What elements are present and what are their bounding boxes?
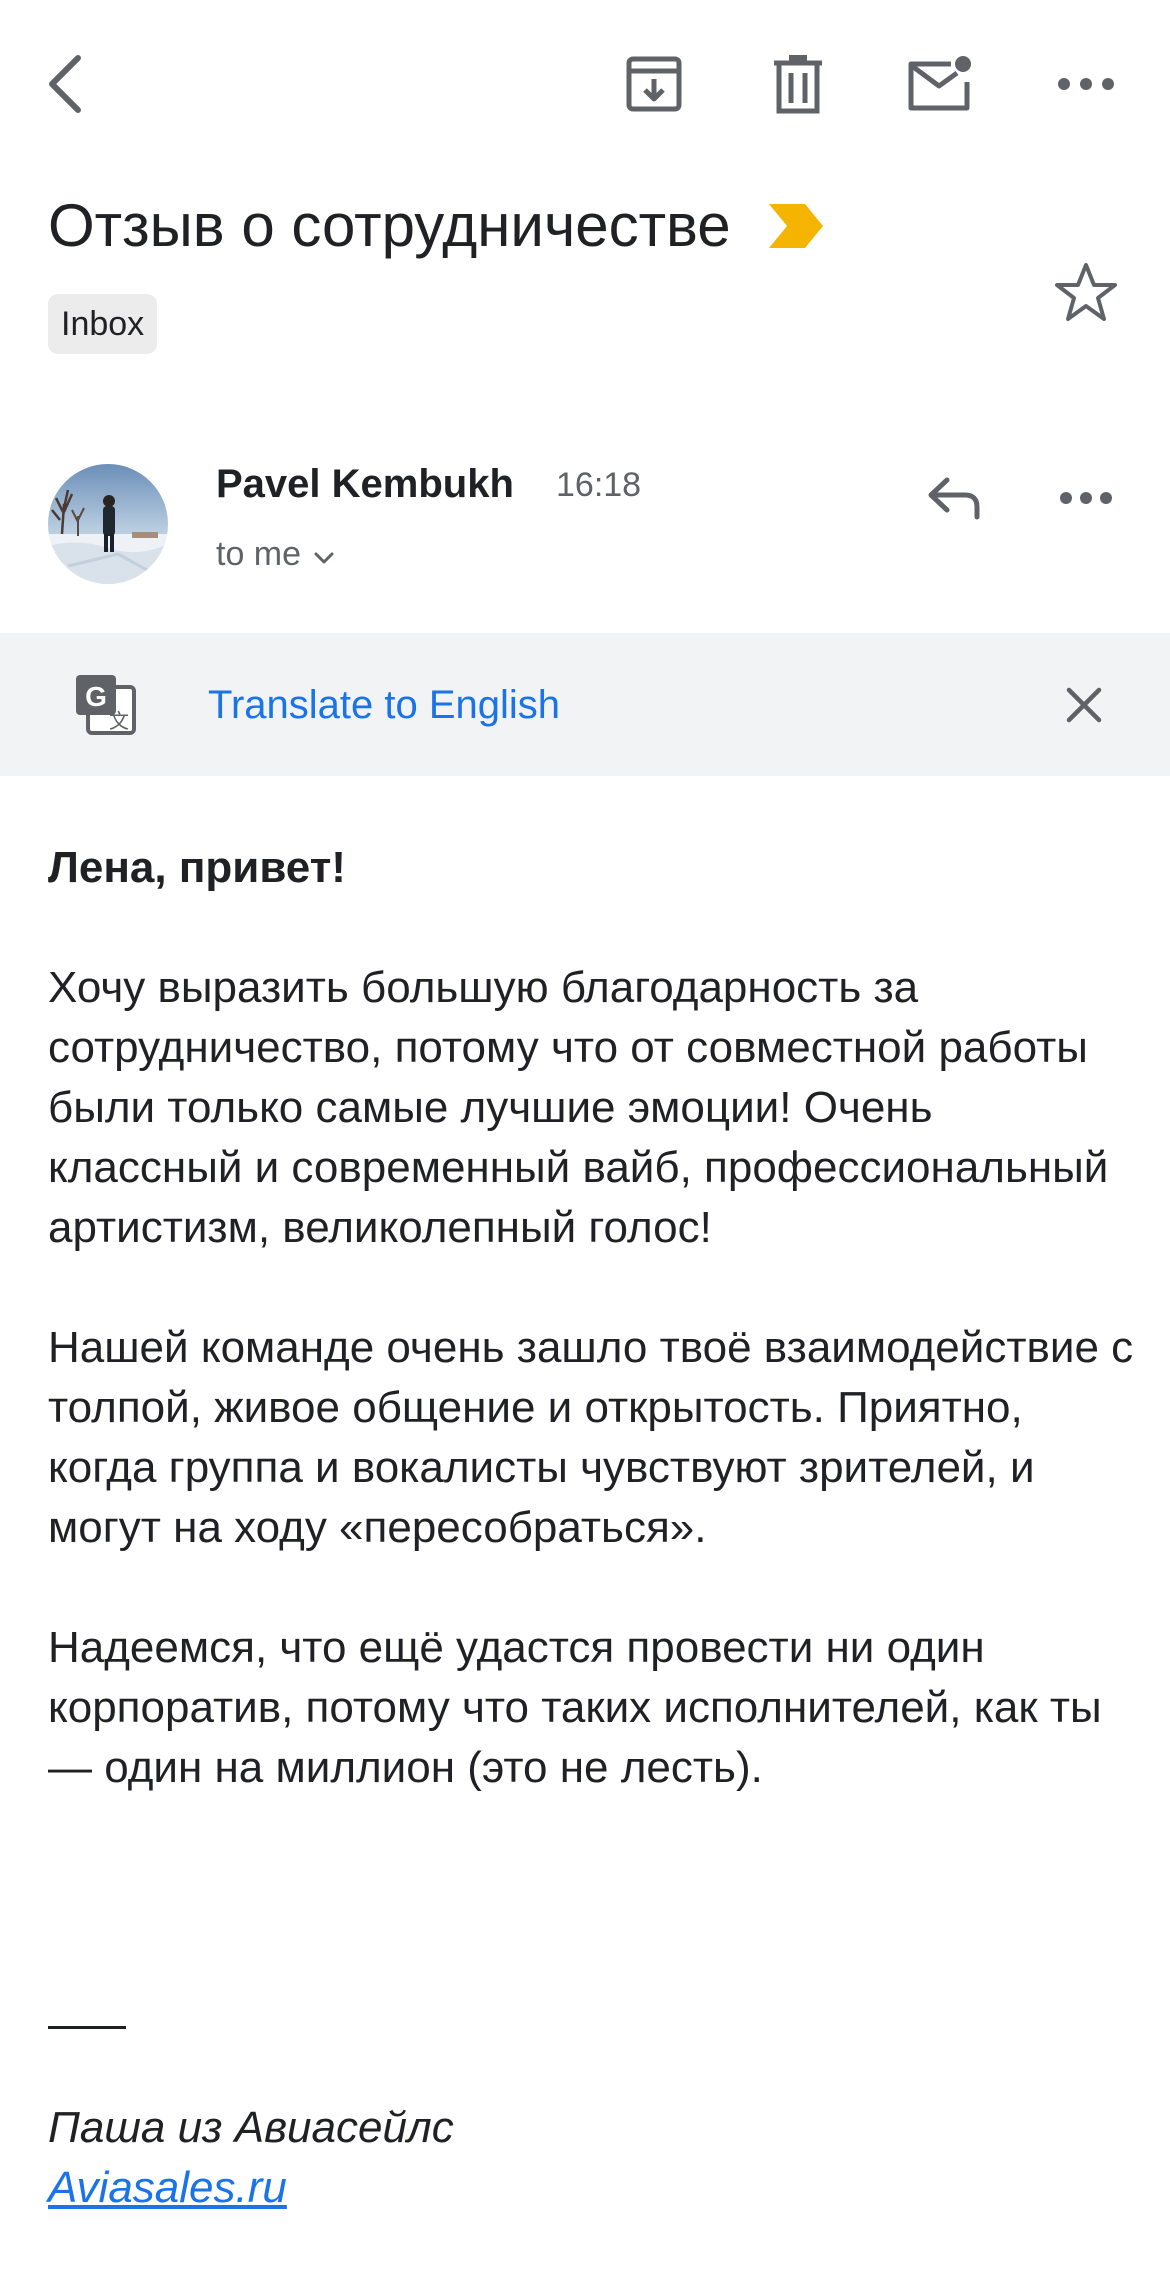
- reply-icon: [925, 475, 983, 526]
- reply-button[interactable]: [912, 458, 996, 542]
- subject-row: Отзыв о сотрудничестве: [48, 186, 1048, 266]
- body-paragraph: Надеемся, что ещё удастся провести ни од…: [48, 1623, 1102, 1792]
- mark-unread-icon: [907, 54, 973, 114]
- body-greeting: Лена, привет!: [48, 843, 346, 892]
- body-paragraph: Хочу выразить большую благодарность за с…: [48, 963, 1109, 1252]
- recipient-label: to me: [216, 534, 302, 573]
- arrow-back-icon: [38, 52, 94, 116]
- translate-dismiss-button[interactable]: [1046, 669, 1122, 745]
- body-paragraph: Нашей команде очень зашло твоё взаимодей…: [48, 1323, 1134, 1552]
- delete-button[interactable]: [756, 42, 840, 126]
- close-icon: [1065, 686, 1103, 729]
- signature-name: Паша из Авиасейлс: [48, 2103, 454, 2152]
- translate-bar: G 文 Translate to English: [0, 633, 1170, 776]
- svg-text:文: 文: [109, 709, 129, 733]
- archive-icon: [624, 54, 684, 114]
- star-outline-icon: [1054, 261, 1118, 328]
- more-horizontal-icon: [1056, 76, 1116, 92]
- inbox-label-chip[interactable]: Inbox: [48, 294, 158, 354]
- message-time: 16:18: [556, 466, 642, 504]
- signature-link[interactable]: Aviasales.ru: [48, 2158, 287, 2218]
- email-subject: Отзыв о сотрудничестве: [48, 192, 731, 259]
- more-horizontal-icon: [1058, 490, 1114, 511]
- sender-name[interactable]: Pavel Kembukh: [216, 458, 514, 510]
- back-button[interactable]: [24, 42, 108, 126]
- sender-avatar[interactable]: [48, 464, 168, 584]
- mark-unread-button[interactable]: [898, 42, 982, 126]
- signature-divider: [48, 2026, 126, 2029]
- svg-text:G: G: [85, 681, 107, 712]
- google-translate-icon: G 文: [74, 673, 138, 737]
- trash-icon: [770, 53, 826, 115]
- message-more-button[interactable]: [1044, 458, 1128, 542]
- archive-button[interactable]: [612, 42, 696, 126]
- recipient-details-toggle[interactable]: to me: [216, 530, 335, 578]
- message-body: Лена, привет! Хочу выразить большую благ…: [48, 838, 1138, 1798]
- chevron-down-icon: [313, 535, 335, 574]
- importance-marker-icon[interactable]: [767, 202, 825, 250]
- translate-link[interactable]: Translate to English: [208, 679, 560, 731]
- top-toolbar: [0, 0, 1170, 165]
- star-button[interactable]: [1050, 258, 1122, 330]
- more-options-button[interactable]: [1044, 42, 1128, 126]
